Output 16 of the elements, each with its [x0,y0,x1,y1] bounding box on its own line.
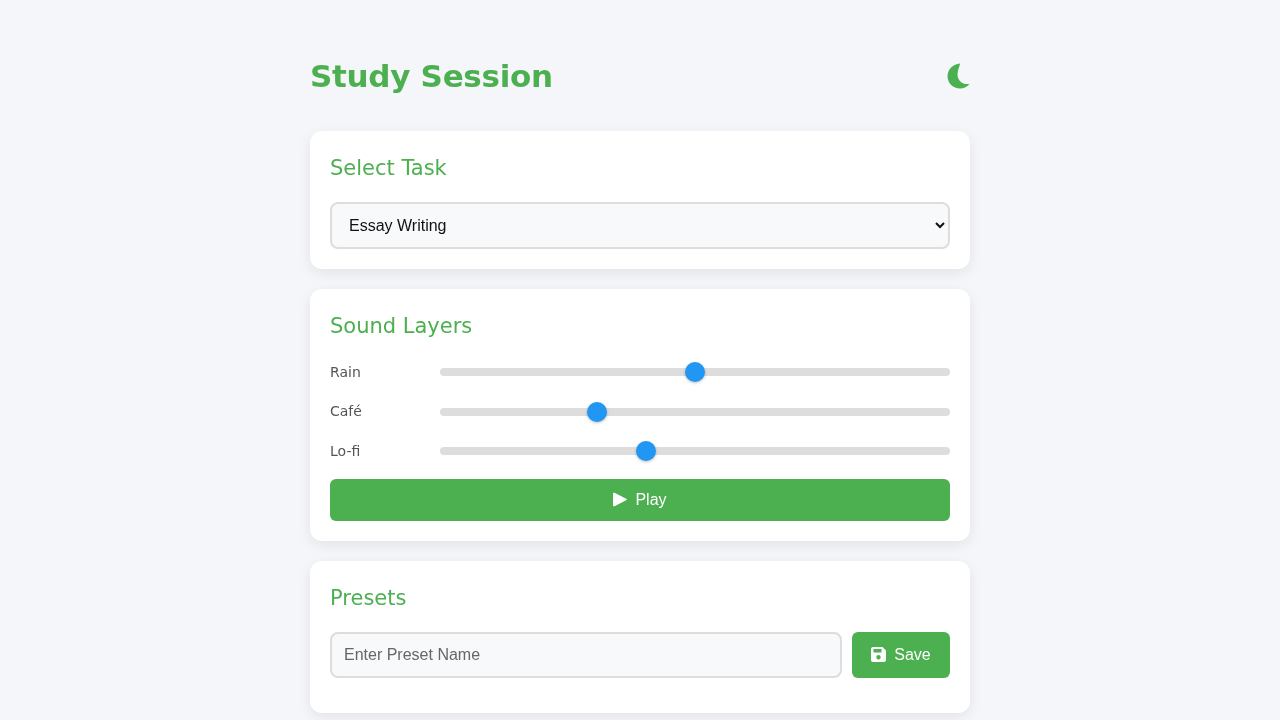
layer-label: Café [330,402,363,421]
layer-label: Lo-fi [330,441,362,461]
card-heading: Sound Layers [330,313,474,340]
layer-label: Rain [330,362,362,382]
play-button[interactable]: Play [330,478,950,521]
preset-name-field[interactable]: Enter Preset Name [330,631,842,678]
save-button[interactable]: Save [852,631,950,678]
card-heading: Presets [330,584,408,612]
play-icon [613,492,628,507]
slider-thumb[interactable] [685,362,705,382]
moon-icon[interactable] [947,63,970,89]
slider-thumb[interactable] [636,441,656,461]
card-heading: Select Task [330,155,448,182]
task-select[interactable]: Essay Writing [330,202,950,249]
page-title: Study Session [310,57,553,96]
slider-thumb[interactable] [587,401,607,422]
